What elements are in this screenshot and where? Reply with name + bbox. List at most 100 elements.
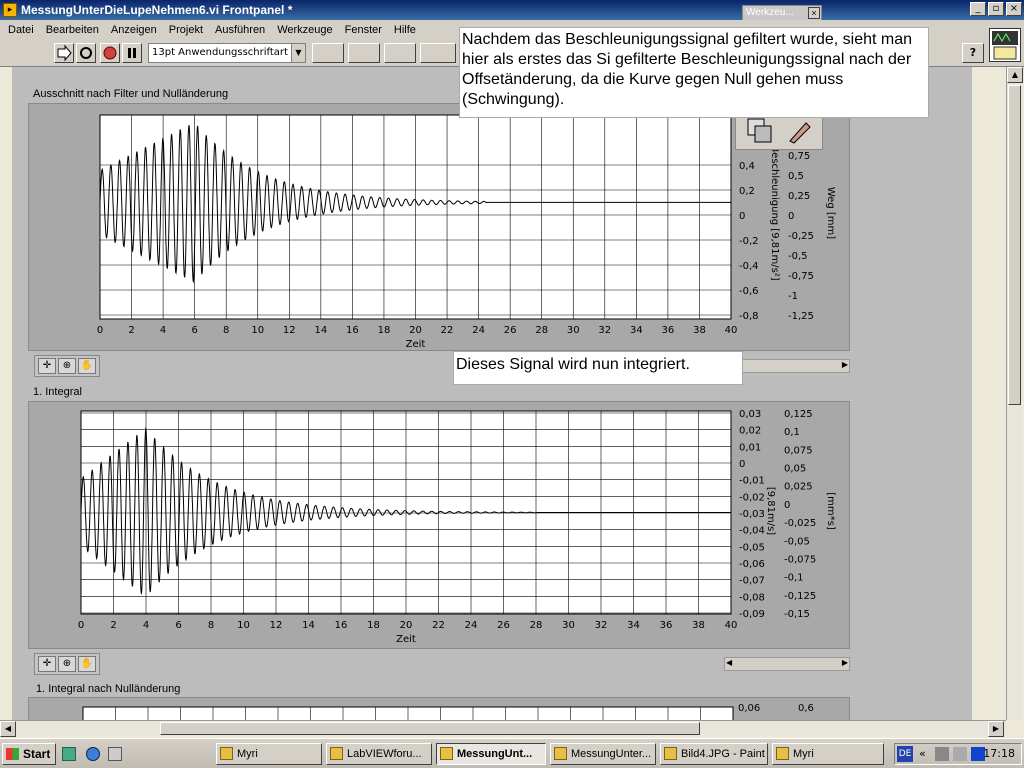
pan-hand-icon[interactable]: ✋ [78, 656, 96, 672]
clock: 17:18 [983, 747, 1015, 760]
language-indicator[interactable]: DE [897, 746, 913, 762]
vi-connector-icon[interactable] [989, 28, 1021, 62]
x-tick-label: 24 [472, 325, 485, 336]
labview-vi-icon [554, 747, 567, 760]
x-tick-label: 14 [314, 325, 327, 336]
x-tick-label: 38 [693, 325, 706, 336]
scroll-left-icon[interactable]: ◀ [0, 721, 16, 737]
task-messung-2[interactable]: MessungUnter... [550, 743, 656, 765]
horizontal-scroll-thumb[interactable] [160, 722, 700, 735]
x-axis-label: Zeit [406, 339, 426, 350]
start-button[interactable]: Start [2, 743, 56, 765]
vertical-scrollbar[interactable]: ▲ [1006, 67, 1023, 720]
menu-ausfuehren[interactable]: Ausführen [215, 24, 265, 36]
close-button[interactable]: × [1006, 2, 1022, 16]
tray-volume-icon[interactable] [953, 747, 967, 761]
y-tick-label: -0,02 [739, 492, 765, 503]
x-tick-label: 32 [595, 620, 608, 631]
task-labviewforum[interactable]: LabVIEWforu... [326, 743, 432, 765]
chart2-label: 1. Integral [33, 386, 82, 398]
y-axis-label: [9,81m/s] [765, 487, 776, 535]
y2-tick-label: 0 [784, 500, 790, 511]
internet-explorer-icon[interactable] [86, 747, 100, 761]
abort-icon[interactable] [100, 43, 120, 63]
x-tick-label: 40 [725, 620, 738, 631]
zoom-icon[interactable]: ⊕ [58, 358, 76, 374]
task-myri[interactable]: Myri [216, 743, 322, 765]
x-tick-label: 12 [270, 620, 283, 631]
chart2-graph[interactable]: 0 2 4 6 8 10 12 14 16 18 20 22 24 26 28 30 32 34 36 38 400,0… [28, 401, 850, 651]
scroll-right-icon[interactable]: ▶ [988, 721, 1004, 737]
menu-anzeigen[interactable]: Anzeigen [111, 24, 157, 36]
scroll-right-icon[interactable]: ▶ [842, 360, 848, 369]
x-tick-label: 24 [465, 620, 478, 631]
x-tick-label: 38 [692, 620, 705, 631]
y-tick-label: 0,06 [738, 703, 760, 714]
tray-expand-icon[interactable]: « [919, 744, 926, 764]
tools-palette-title: Werkzeu... [746, 7, 794, 18]
font-select[interactable]: 13pt Anwendungsschriftart ▼ [148, 43, 306, 63]
y-tick-label: 0 [739, 211, 745, 222]
zoom-icon[interactable]: ⊕ [58, 656, 76, 672]
y-tick-label: -0,06 [739, 559, 765, 570]
x-tick-label: 0 [78, 620, 84, 631]
task-messung-active[interactable]: MessungUnt... [436, 743, 546, 765]
x-tick-label: 0 [97, 325, 103, 336]
color-brush-icon[interactable] [786, 117, 814, 145]
task-label: MessungUnt... [457, 748, 533, 760]
menu-projekt[interactable]: Projekt [169, 24, 203, 36]
task-myri-2[interactable]: Myri [772, 743, 884, 765]
minimize-button[interactable]: _ [970, 2, 986, 16]
menu-hilfe[interactable]: Hilfe [394, 24, 416, 36]
chart1-graph[interactable]: 0 2 4 6 8 10 12 14 16 18 20 22 24 26 28 30 32 34 36 38 400,4… [28, 103, 850, 353]
scroll-left-icon[interactable]: ◀ [726, 658, 732, 667]
y2-tick-label: 0,125 [784, 409, 813, 420]
crosshair-icon[interactable]: ✛ [38, 656, 56, 672]
help-button[interactable]: ? [962, 43, 984, 63]
align-objects-icon[interactable] [312, 43, 344, 63]
tools-palette-window[interactable]: Werkzeu... × [742, 5, 822, 21]
run-continuously-icon[interactable] [76, 43, 96, 63]
x-tick-label: 18 [378, 325, 391, 336]
y-tick-label: -0,4 [739, 261, 759, 272]
maximize-button[interactable]: ▫ [988, 2, 1004, 16]
task-paint[interactable]: Bild4.JPG - Paint [660, 743, 768, 765]
font-select-value: 13pt Anwendungsschriftart [152, 47, 288, 58]
color-copy-icon[interactable] [746, 117, 774, 145]
folder-icon [776, 747, 789, 760]
menu-fenster[interactable]: Fenster [345, 24, 382, 36]
tray-network-icon[interactable] [935, 747, 949, 761]
run-arrow-icon[interactable] [54, 43, 74, 63]
system-tray: DE « 17:18 [894, 743, 1022, 765]
crosshair-icon[interactable]: ✛ [38, 358, 56, 374]
vertical-scroll-thumb[interactable] [1008, 85, 1021, 405]
pan-hand-icon[interactable]: ✋ [78, 358, 96, 374]
chart3-graph[interactable]: 0,06 0,6 [28, 697, 850, 720]
note-integration[interactable]: Dieses Signal wird nun integriert. [453, 351, 743, 385]
distribute-objects-icon[interactable] [348, 43, 380, 63]
quicklaunch-icon[interactable] [108, 747, 122, 761]
resize-objects-icon[interactable] [384, 43, 416, 63]
menu-bearbeiten[interactable]: Bearbeiten [46, 24, 99, 36]
y2-tick-label: -0,5 [788, 251, 808, 262]
x-tick-label: 8 [208, 620, 214, 631]
pause-icon[interactable] [122, 43, 142, 63]
x-tick-label: 18 [367, 620, 380, 631]
x-tick-label: 16 [346, 325, 359, 336]
scroll-up-icon[interactable]: ▲ [1007, 67, 1023, 83]
scroll-right-icon[interactable]: ▶ [842, 658, 848, 667]
window-title-bar[interactable]: ▸ MessungUnterDieLupeNehmen6.vi Frontpan… [0, 0, 1024, 20]
chart2-scrollbar[interactable]: ◀ ▶ [724, 657, 850, 671]
x-tick-label: 36 [660, 620, 673, 631]
tools-palette-close-button[interactable]: × [808, 7, 820, 19]
x-tick-label: 32 [598, 325, 611, 336]
x-tick-label: 22 [441, 325, 454, 336]
menu-werkzeuge[interactable]: Werkzeuge [277, 24, 332, 36]
horizontal-scrollbar[interactable]: ◀ ▶ [0, 720, 1006, 737]
front-panel[interactable]: Ausschnitt nach Filter und Nulländerung … [12, 67, 972, 720]
desktop-icon[interactable] [62, 747, 76, 761]
menu-datei[interactable]: Datei [8, 24, 34, 36]
note-filter-explanation[interactable]: Nachdem das Beschleunigungssignal gefilt… [459, 27, 929, 118]
reorder-icon[interactable] [420, 43, 456, 63]
x-tick-label: 28 [530, 620, 543, 631]
